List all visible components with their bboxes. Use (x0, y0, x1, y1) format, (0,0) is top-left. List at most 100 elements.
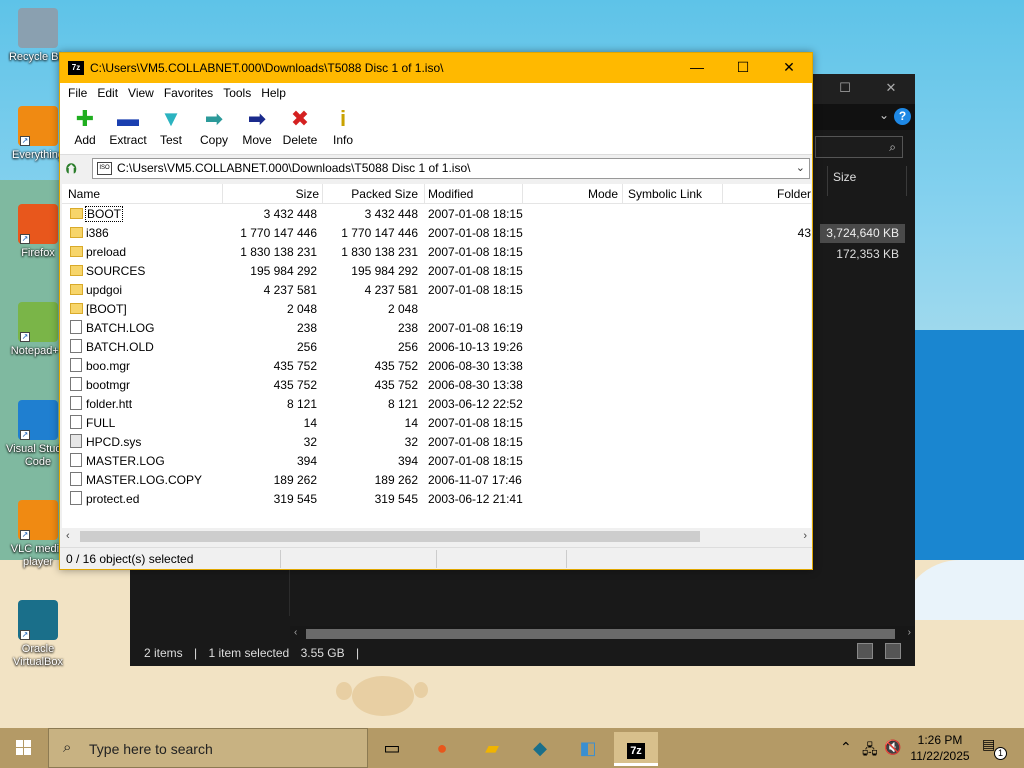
virtualbox-icon: ↗ (18, 600, 58, 640)
scroll-left-icon[interactable]: ‹ (294, 627, 297, 638)
cell-name: [BOOT] (86, 302, 127, 316)
cell-name: protect.ed (86, 492, 140, 506)
chevron-up-icon[interactable]: ⌃ (840, 739, 852, 756)
folder-icon (70, 227, 83, 238)
column-header-folder[interactable]: Folder (777, 187, 811, 201)
column-header-name[interactable]: Name (68, 187, 100, 201)
cell-packed-size: 319 545 (374, 492, 418, 506)
folder-row[interactable]: preload 1 830 138 231 1 830 138 231 2007-01… (62, 242, 811, 261)
cell-name: MASTER.LOG.COPY (86, 473, 203, 487)
details-view-icon[interactable] (857, 643, 873, 659)
file-size[interactable]: 172,353 KB (820, 245, 905, 264)
start-button[interactable] (0, 728, 48, 768)
maximize-icon[interactable]: ☐ (835, 80, 855, 96)
cell-size: 14 (303, 416, 317, 430)
notification-center-icon[interactable]: ▤ 1 (982, 736, 1007, 760)
cell-size: 1 830 138 231 (240, 245, 317, 259)
column-header-size[interactable]: Size (296, 187, 319, 201)
firefox-taskbar-icon[interactable]: ● (420, 732, 464, 766)
virtualbox-taskbar-icon[interactable]: ◧ (566, 732, 610, 766)
info-button[interactable]: i Info (318, 107, 368, 148)
minimize-icon[interactable]: — (682, 59, 712, 75)
cell-packed-size: 195 984 292 (351, 264, 418, 278)
cell-packed-size: 14 (404, 416, 418, 430)
address-text: C:\Users\VM5.COLLABNET.000\Downloads\T50… (117, 161, 471, 175)
file-row[interactable]: HPCD.sys 32 32 2007-01-08 18:15 (62, 432, 811, 451)
chevron-down-icon[interactable]: ⌄ (796, 161, 805, 174)
shortcut-arrow-icon: ↗ (20, 430, 30, 440)
task-view-icon[interactable]: ▭ (370, 732, 414, 766)
scrollbar-thumb[interactable] (306, 629, 895, 639)
sevenzip-window[interactable]: 7z C:\Users\VM5.COLLABNET.000\Downloads\… (59, 52, 813, 570)
file-row[interactable]: BATCH.OLD 256 256 2006-10-13 19:26 (62, 337, 811, 356)
file-row[interactable]: bootmgr 435 752 435 752 2006-08-30 13:38 (62, 375, 811, 394)
scroll-left-icon[interactable]: ‹ (66, 530, 70, 542)
volume-muted-icon[interactable]: 🔇 (884, 739, 901, 756)
scroll-right-icon[interactable]: › (803, 530, 807, 542)
folder-row[interactable]: SOURCES 195 984 292 195 984 292 2007-01-08 … (62, 261, 811, 280)
folder-row[interactable]: [BOOT] 2 048 2 048 (62, 299, 811, 318)
file-explorer-taskbar-icon[interactable]: ▰ (470, 732, 514, 766)
menu-edit[interactable]: Edit (97, 86, 118, 100)
maximize-icon[interactable]: ☐ (728, 59, 758, 76)
cell-packed-size: 1 770 147 446 (341, 226, 418, 240)
column-header-modified[interactable]: Modified (428, 187, 473, 201)
cell-size: 3 432 448 (263, 207, 317, 221)
cell-modified: 2007-01-08 18:15 (428, 416, 523, 430)
file-row[interactable]: MASTER.LOG 394 394 2007-01-08 18:15 (62, 451, 811, 470)
column-header-packed-size[interactable]: Packed Size (351, 187, 418, 201)
file-row[interactable]: protect.ed 319 545 319 545 2003-06-12 21:41 (62, 489, 811, 508)
menu-file[interactable]: File (68, 86, 87, 100)
column-header-mode[interactable]: Mode (588, 187, 618, 201)
folder-row[interactable]: i386 1 770 147 446 1 770 147 446 2007-01-08… (62, 223, 811, 242)
app-taskbar-icon[interactable]: ◆ (518, 732, 562, 766)
large-icons-view-icon[interactable] (885, 643, 901, 659)
sevenzip-titlebar[interactable]: 7z C:\Users\VM5.COLLABNET.000\Downloads\… (60, 53, 812, 83)
address-field[interactable]: ISO C:\Users\VM5.COLLABNET.000\Downloads… (92, 158, 810, 179)
paw-toe-decoration (414, 682, 428, 698)
file-row[interactable]: MASTER.LOG.COPY 189 262 189 262 2006-11-07 … (62, 470, 811, 489)
recycle-bin-icon (18, 8, 58, 48)
menu-tools[interactable]: Tools (223, 86, 251, 100)
cell-modified: 2006-11-07 17:46 (428, 473, 522, 487)
close-icon[interactable]: ✕ (881, 80, 901, 96)
menu-favorites[interactable]: Favorites (164, 86, 213, 100)
file-list[interactable]: Name Size Packed Size Modified Mode Symbolic … (62, 184, 811, 528)
cell-packed-size: 435 752 (374, 359, 418, 373)
scroll-right-icon[interactable]: › (908, 627, 911, 638)
scrollbar-thumb[interactable] (80, 531, 700, 542)
menu-help[interactable]: Help (261, 86, 286, 100)
file-row[interactable]: folder.htt 8 121 8 121 2003-06-12 22:52 (62, 394, 811, 413)
file-icon (70, 339, 82, 353)
up-folder-icon[interactable]: ⮉ (66, 160, 82, 176)
menu-view[interactable]: View (128, 86, 154, 100)
selected-file-size[interactable]: 3,724,640 KB (820, 224, 905, 243)
column-header-symbolic-link[interactable]: Symbolic Link (628, 187, 702, 201)
cell-name: SOURCES (86, 264, 146, 278)
chevron-down-icon[interactable]: ⌄ (879, 108, 889, 122)
shortcut-arrow-icon: ↗ (20, 630, 30, 640)
file-list-scrollbar[interactable]: ‹ › (62, 528, 811, 545)
paw-toe-decoration (336, 682, 352, 700)
folder-row[interactable]: BOOT 3 432 448 3 432 448 2007-01-08 18:15 (62, 204, 811, 223)
notepadpp-icon: ↗ (18, 302, 58, 342)
cell-modified: 2007-01-08 18:15 (428, 454, 523, 468)
taskbar-search[interactable]: ⌕ Type here to search (48, 728, 368, 768)
file-icon (70, 377, 82, 391)
cell-name: updgoi (86, 283, 123, 297)
help-icon[interactable]: ? (894, 108, 911, 125)
cell-modified: 2007-01-08 18:15 (428, 264, 523, 278)
column-header-size[interactable]: Size (827, 166, 907, 196)
folder-row[interactable]: updgoi 4 237 581 4 237 581 2007-01-08 18:15 (62, 280, 811, 299)
explorer-search-box[interactable]: ⌕ (815, 136, 903, 158)
file-row[interactable]: boo.mgr 435 752 435 752 2006-08-30 13:38 (62, 356, 811, 375)
close-icon[interactable]: ✕ (774, 59, 804, 76)
sevenzip-taskbar-icon[interactable]: 7z (614, 732, 658, 766)
desktop-icon-virtualbox[interactable]: ↗ Oracle VirtualBox (6, 600, 70, 669)
file-row[interactable]: BATCH.LOG 238 238 2007-01-08 16:19 (62, 318, 811, 337)
file-icon (70, 396, 82, 410)
taskbar-clock[interactable]: 1:26 PM 11/22/2025 (900, 732, 980, 764)
file-row[interactable]: FULL 14 14 2007-01-08 18:15 (62, 413, 811, 432)
cell-name: BATCH.OLD (86, 340, 154, 354)
network-icon[interactable]: 🖧 (862, 739, 878, 763)
